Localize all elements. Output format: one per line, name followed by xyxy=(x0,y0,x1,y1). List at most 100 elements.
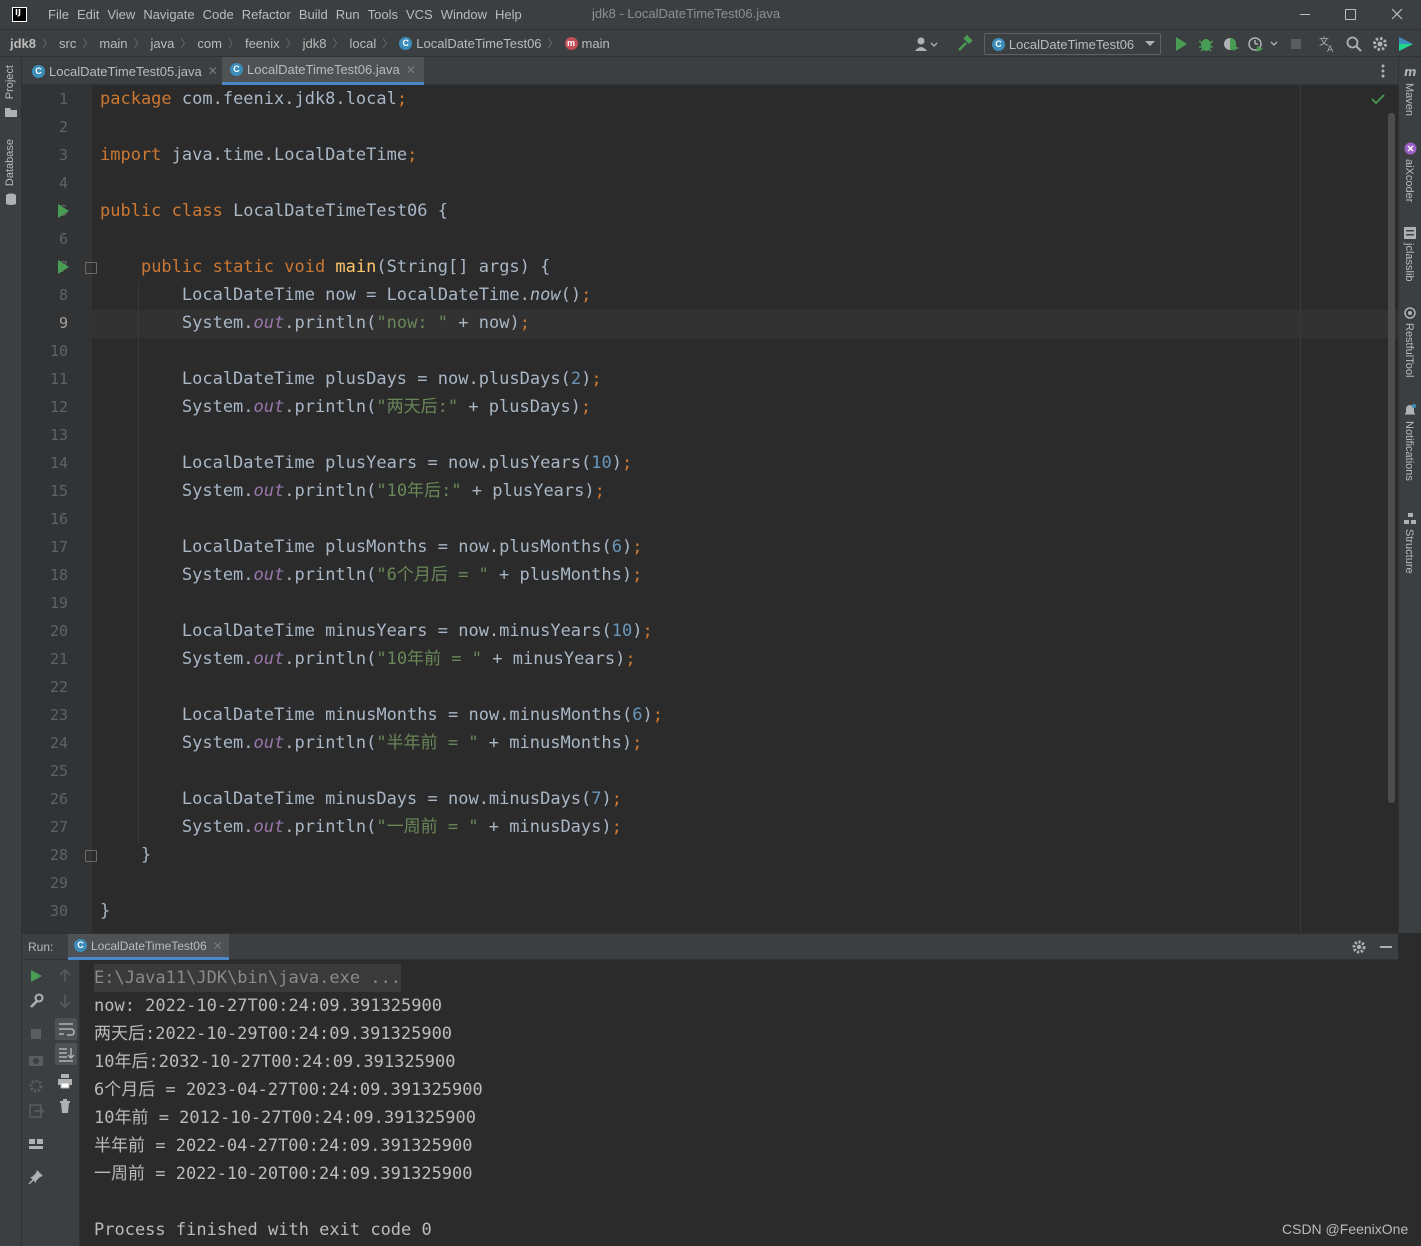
minimize-button[interactable] xyxy=(1282,0,1328,29)
menu-code[interactable]: Code xyxy=(199,7,238,22)
clear-trash-icon[interactable] xyxy=(57,1098,73,1114)
more-options-icon[interactable] xyxy=(1380,63,1386,79)
code-editor[interactable]: 1 2 3 4 5 6 7 8 9 10 11 12 13 14 15 16 17 18 19 20 21 22 23 24 2… xyxy=(22,85,1398,933)
intellij-logo-icon[interactable]: IJ xyxy=(12,7,27,22)
run-panel-label: Run: xyxy=(28,940,54,954)
breadcrumb-item[interactable]: src xyxy=(59,36,76,51)
console-command-line[interactable]: E:\Java11\JDK\bin\java.exe ... xyxy=(94,964,402,992)
menu-file[interactable]: File xyxy=(44,7,73,22)
search-icon[interactable] xyxy=(1345,35,1363,53)
tab-localdatetimetest05[interactable]: C LocalDateTimeTest05.java ✕ xyxy=(24,57,226,85)
pin-icon[interactable] xyxy=(28,1169,44,1185)
aixcoder-tool-button[interactable]: aiXcoder xyxy=(1403,159,1415,202)
breadcrumb-item[interactable]: feenix xyxy=(245,36,280,51)
run-configuration-select[interactable]: C LocalDateTimeTest06 xyxy=(984,33,1161,55)
run-icon[interactable] xyxy=(1172,35,1190,53)
console-line: 一周前 = 2022-10-20T00:24:09.391325900 xyxy=(94,1164,473,1184)
code-token: LocalDateTime plusMonths = now.plusMonth… xyxy=(100,537,612,557)
menu-vcs[interactable]: VCS xyxy=(402,7,437,22)
close-window-button[interactable] xyxy=(1374,0,1420,29)
exit-icon[interactable] xyxy=(28,1103,44,1119)
code-token: "now: " xyxy=(376,313,449,333)
breadcrumb-label: src xyxy=(59,35,77,51)
stop-process-icon[interactable] xyxy=(28,1026,44,1042)
line-number: 9 xyxy=(58,314,68,332)
rerun-icon[interactable] xyxy=(28,968,44,984)
layout-icon[interactable] xyxy=(28,1136,44,1152)
code-token: "10年前 = " xyxy=(376,649,483,669)
run-main-gutter-icon[interactable] xyxy=(58,260,69,274)
tab-localdatetimetest06[interactable]: C LocalDateTimeTest06.java ✕ xyxy=(222,57,424,85)
hide-panel-icon[interactable] xyxy=(1378,939,1394,955)
line-number: 19 xyxy=(49,594,68,612)
translate-icon[interactable]: 文A xyxy=(1318,35,1336,53)
breadcrumb-item[interactable]: main xyxy=(99,36,127,51)
maven-tool-button[interactable]: Maven xyxy=(1403,83,1415,116)
scroll-to-end-icon[interactable] xyxy=(55,1043,77,1065)
profiler-icon[interactable] xyxy=(1247,35,1278,53)
class-icon: C xyxy=(74,939,87,952)
menu-navigate[interactable]: Navigate xyxy=(139,7,198,22)
menu-help[interactable]: Help xyxy=(491,7,526,22)
code-token: ) xyxy=(611,453,623,473)
breadcrumb-label: local xyxy=(349,35,377,51)
structure-tool-button[interactable]: Structure xyxy=(1403,529,1415,574)
breadcrumb-item[interactable]: local xyxy=(350,36,377,51)
project-tool-button[interactable]: Project xyxy=(4,65,16,99)
run-class-gutter-icon[interactable] xyxy=(58,204,69,218)
code-token: import xyxy=(100,145,172,165)
console-output[interactable]: E:\Java11\JDK\bin\java.exe ... now: 2022-… xyxy=(80,960,1421,1246)
close-tab-icon[interactable]: ✕ xyxy=(208,64,218,78)
line-number: 25 xyxy=(49,762,68,780)
settings-gear-icon[interactable] xyxy=(1371,35,1389,53)
breadcrumb-item[interactable]: jdk8 xyxy=(303,36,327,51)
menu-build[interactable]: Build xyxy=(295,7,332,22)
menu-tools[interactable]: Tools xyxy=(364,7,402,22)
stop-icon[interactable] xyxy=(1287,35,1305,53)
code-token: .println( xyxy=(284,817,377,837)
vertical-scrollbar[interactable] xyxy=(1388,113,1395,803)
code-line: LocalDateTime minusYears = now.minusYear… xyxy=(100,617,653,645)
breadcrumb-item[interactable]: com xyxy=(197,36,222,51)
code-line: System.out.println("10年前 = " + minusYear… xyxy=(100,645,636,673)
print-icon[interactable] xyxy=(57,1073,73,1089)
database-tool-button[interactable]: Database xyxy=(4,139,16,186)
user-icon[interactable] xyxy=(914,35,938,53)
debug-icon[interactable] xyxy=(1197,35,1215,53)
jetbrains-toolbox-icon[interactable] xyxy=(1397,35,1415,53)
code-token: System. xyxy=(100,397,254,417)
no-problems-check-icon[interactable] xyxy=(1371,93,1385,105)
menu-run[interactable]: Run xyxy=(332,7,364,22)
run-tab[interactable]: C LocalDateTimeTest06 ✕ xyxy=(68,934,229,960)
breadcrumb-item[interactable]: jdk8 xyxy=(10,36,36,51)
notifications-tool-button[interactable]: Notifications xyxy=(1403,421,1415,481)
restfultool-tool-button[interactable]: RestfulTool xyxy=(1403,323,1415,377)
fold-method-icon[interactable] xyxy=(85,262,97,274)
menu-refactor[interactable]: Refactor xyxy=(238,7,295,22)
run-settings-gear-icon[interactable] xyxy=(1351,939,1367,955)
breadcrumb-item[interactable]: m main xyxy=(564,36,610,51)
breadcrumb-item[interactable]: C LocalDateTimeTest06 xyxy=(399,36,542,51)
menu-view[interactable]: View xyxy=(103,7,139,22)
screenshot-camera-icon[interactable] xyxy=(28,1052,44,1068)
code-token: ) xyxy=(622,537,633,557)
code-token: "半年前 = " xyxy=(376,733,479,753)
scroll-up-arrow-icon[interactable] xyxy=(57,968,73,984)
scroll-down-arrow-icon[interactable] xyxy=(57,993,73,1009)
jclasslib-tool-button[interactable]: jclasslib xyxy=(1403,243,1415,282)
menu-window[interactable]: Window xyxy=(437,7,491,22)
settings-gear-disabled-icon[interactable] xyxy=(28,1078,44,1094)
close-run-tab-icon[interactable]: ✕ xyxy=(213,939,223,953)
fold-method-end-icon[interactable] xyxy=(85,850,97,862)
menu-edit[interactable]: Edit xyxy=(73,7,103,22)
close-tab-icon[interactable]: ✕ xyxy=(406,63,416,77)
build-hammer-icon[interactable] xyxy=(956,35,974,53)
maximize-button[interactable] xyxy=(1328,0,1374,29)
wrench-icon[interactable] xyxy=(28,993,44,1009)
breadcrumb-item[interactable]: java xyxy=(151,36,175,51)
code-token: System. xyxy=(100,481,254,501)
coverage-icon[interactable] xyxy=(1222,35,1240,53)
folder-icon xyxy=(5,107,17,117)
soft-wrap-icon[interactable] xyxy=(55,1018,77,1040)
console-line: Process finished with exit code 0 xyxy=(94,1220,432,1240)
